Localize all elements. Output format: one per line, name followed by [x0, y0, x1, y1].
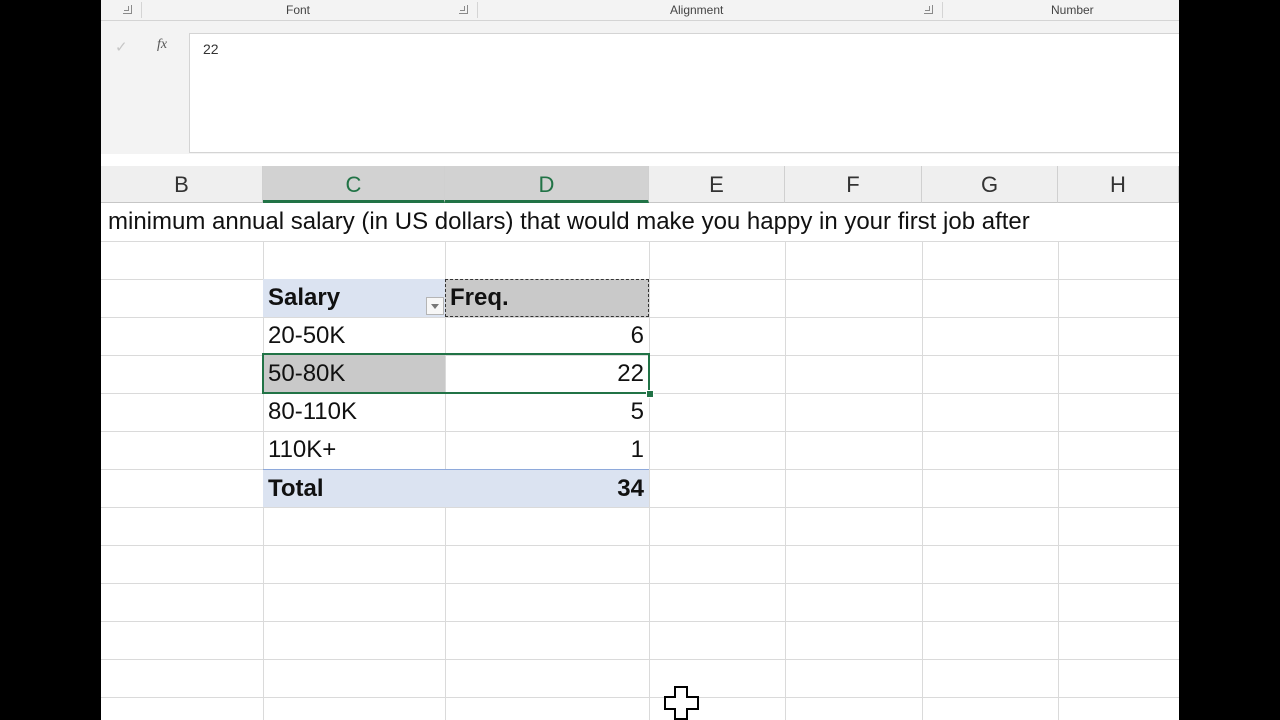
cell-select-cursor-icon	[664, 686, 699, 720]
pivot-row-value[interactable]: 1	[445, 431, 649, 469]
survey-question-cell[interactable]: minimum annual salary (in US dollars) th…	[108, 203, 1030, 241]
ribbon-divider	[942, 2, 943, 18]
column-header-e[interactable]: E	[649, 166, 785, 203]
column-line	[649, 241, 650, 720]
pivot-total-value[interactable]: 34	[445, 469, 649, 507]
pivot-header-freq[interactable]: Freq.	[445, 279, 649, 317]
ribbon-divider	[477, 2, 478, 18]
column-header-c[interactable]: C	[263, 166, 445, 203]
column-header-f[interactable]: F	[785, 166, 922, 203]
excel-window: Font Alignment Number ✓ fx 22 B C D E F …	[101, 0, 1179, 720]
pivot-header-salary[interactable]: Salary	[263, 279, 445, 317]
ribbon-group-font-label: Font	[286, 3, 311, 17]
ribbon-divider	[141, 2, 142, 18]
column-line	[1058, 241, 1059, 720]
filter-dropdown-icon[interactable]	[426, 297, 444, 315]
formula-bar-area: ✓ fx 22	[101, 21, 1179, 154]
pivot-row-label[interactable]: 20-50K	[263, 317, 445, 355]
column-line	[922, 241, 923, 720]
ribbon-group-alignment-label: Alignment	[670, 3, 724, 17]
pivot-row-value[interactable]: 5	[445, 393, 649, 431]
column-line	[785, 241, 786, 720]
ribbon-group-labels: Font Alignment Number	[101, 0, 1179, 21]
formula-bar-value: 22	[203, 41, 219, 57]
column-header-g[interactable]: G	[922, 166, 1058, 203]
pivot-row-value[interactable]: 6	[445, 317, 649, 355]
formula-bar-controls: ✓ fx	[101, 33, 185, 59]
pivot-header-salary-label: Salary	[268, 284, 341, 311]
active-cell-border	[262, 353, 650, 394]
formula-bar-input[interactable]: 22	[189, 33, 1179, 153]
clipboard-dialog-launcher-icon[interactable]	[123, 5, 132, 14]
alignment-dialog-launcher-icon[interactable]	[924, 5, 933, 14]
column-header-d[interactable]: D	[445, 166, 649, 203]
enter-checkmark-icon[interactable]: ✓	[115, 38, 128, 56]
column-header-h[interactable]: H	[1058, 166, 1179, 203]
insert-function-icon[interactable]: fx	[157, 37, 167, 53]
column-header-b[interactable]: B	[101, 166, 263, 203]
pivot-total-label[interactable]: Total	[263, 469, 445, 507]
pivot-row-label[interactable]: 110K+	[263, 431, 445, 469]
ribbon-group-number-label: Number	[1051, 3, 1094, 17]
font-dialog-launcher-icon[interactable]	[459, 5, 468, 14]
worksheet-grid[interactable]: minimum annual salary (in US dollars) th…	[101, 203, 1179, 720]
pivot-row-label[interactable]: 80-110K	[263, 393, 445, 431]
